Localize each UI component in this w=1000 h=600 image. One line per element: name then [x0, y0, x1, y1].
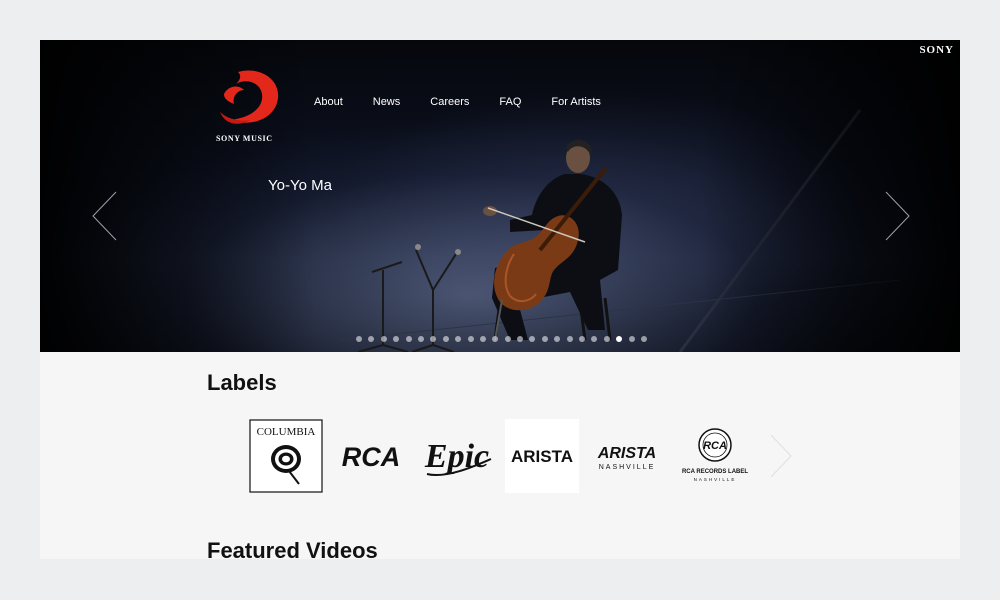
hero-dot[interactable]	[579, 336, 586, 342]
hero-dot[interactable]	[541, 336, 548, 342]
arista-nashville-logo: ARISTA NASHVILLE	[597, 445, 656, 471]
hero-dot[interactable]	[430, 336, 437, 342]
sony-brand[interactable]: SONY	[919, 44, 954, 56]
nav-about[interactable]: About	[314, 96, 343, 108]
hero-dot[interactable]	[368, 336, 375, 342]
hero-pagination	[356, 336, 653, 342]
hero-dot[interactable]	[455, 336, 462, 342]
epic-logo: Epic	[424, 438, 492, 476]
chevron-right-icon	[770, 434, 792, 478]
featured-videos-heading: Featured Videos	[207, 538, 378, 559]
svg-text:RCA: RCA	[342, 442, 401, 472]
hero-dot[interactable]	[603, 336, 610, 342]
hero-dot[interactable]	[479, 336, 486, 342]
label-epic[interactable]: Epic	[417, 419, 497, 493]
label-columbia[interactable]: COLUMBIA	[249, 419, 323, 493]
hero-dot[interactable]	[504, 336, 511, 342]
arista-logo: ARISTA	[511, 447, 573, 466]
sony-music-logo-icon	[220, 70, 279, 124]
hero-dot[interactable]	[517, 336, 524, 342]
hero-dot[interactable]	[393, 336, 400, 342]
hero-dot[interactable]	[492, 336, 499, 342]
svg-text:ARISTA: ARISTA	[597, 445, 656, 462]
hero-next-button[interactable]	[882, 190, 912, 242]
svg-text:COLUMBIA: COLUMBIA	[257, 426, 316, 438]
hero-dot[interactable]	[616, 336, 623, 342]
hero-vignette	[40, 40, 960, 352]
hero-dot[interactable]	[591, 336, 598, 342]
logo-text: SONY MUSIC	[216, 134, 273, 143]
label-arista-nashville[interactable]: ARISTA NASHVILLE	[587, 419, 667, 493]
hero-prev-button[interactable]	[90, 190, 120, 242]
hero-dot[interactable]	[405, 336, 412, 342]
chevron-left-icon	[92, 191, 117, 241]
main-nav: About News Careers FAQ For Artists	[314, 96, 631, 108]
svg-text:NASHVILLE: NASHVILLE	[599, 464, 656, 471]
hero-dot[interactable]	[566, 336, 573, 342]
nav-faq[interactable]: FAQ	[499, 96, 521, 108]
hero-dot[interactable]	[529, 336, 536, 342]
hero-dot[interactable]	[380, 336, 387, 342]
labels-next-button[interactable]	[768, 433, 794, 479]
svg-text:ARISTA: ARISTA	[511, 447, 573, 466]
label-arista[interactable]: ARISTA	[505, 419, 579, 493]
hero-artist-name[interactable]: Yo-Yo Ma	[268, 177, 332, 194]
hero-dot[interactable]	[467, 336, 474, 342]
svg-text:NASHVILLE: NASHVILLE	[694, 477, 737, 482]
hero-dot[interactable]	[442, 336, 449, 342]
hero-dot[interactable]	[356, 336, 362, 342]
sony-music-logo[interactable]: SONY MUSIC	[216, 68, 282, 143]
hero-dot[interactable]	[628, 336, 635, 342]
label-rca-nashville[interactable]: RCA RCA RECORDS LABEL NASHVILLE	[675, 419, 755, 493]
svg-text:Epic: Epic	[424, 438, 489, 475]
hero-dot[interactable]	[640, 336, 647, 342]
hero-dot[interactable]	[554, 336, 561, 342]
hero-carousel: SONY SONY MUSIC About News Careers FAQ F…	[40, 40, 960, 352]
nav-news[interactable]: News	[373, 96, 401, 108]
chevron-right-icon	[885, 191, 910, 241]
rca-logo: RCA	[342, 442, 401, 472]
labels-heading: Labels	[207, 370, 277, 395]
nav-careers[interactable]: Careers	[430, 96, 469, 108]
svg-text:RCA RECORDS LABEL: RCA RECORDS LABEL	[682, 469, 748, 475]
columbia-logo: COLUMBIA	[249, 419, 323, 493]
svg-text:RCA: RCA	[703, 440, 727, 452]
nav-for-artists[interactable]: For Artists	[551, 96, 601, 108]
hero-dot[interactable]	[417, 336, 424, 342]
rca-nashville-logo: RCA RCA RECORDS LABEL NASHVILLE	[682, 428, 748, 482]
page: SONY SONY MUSIC About News Careers FAQ F…	[40, 40, 960, 559]
label-rca[interactable]: RCA	[333, 419, 409, 493]
